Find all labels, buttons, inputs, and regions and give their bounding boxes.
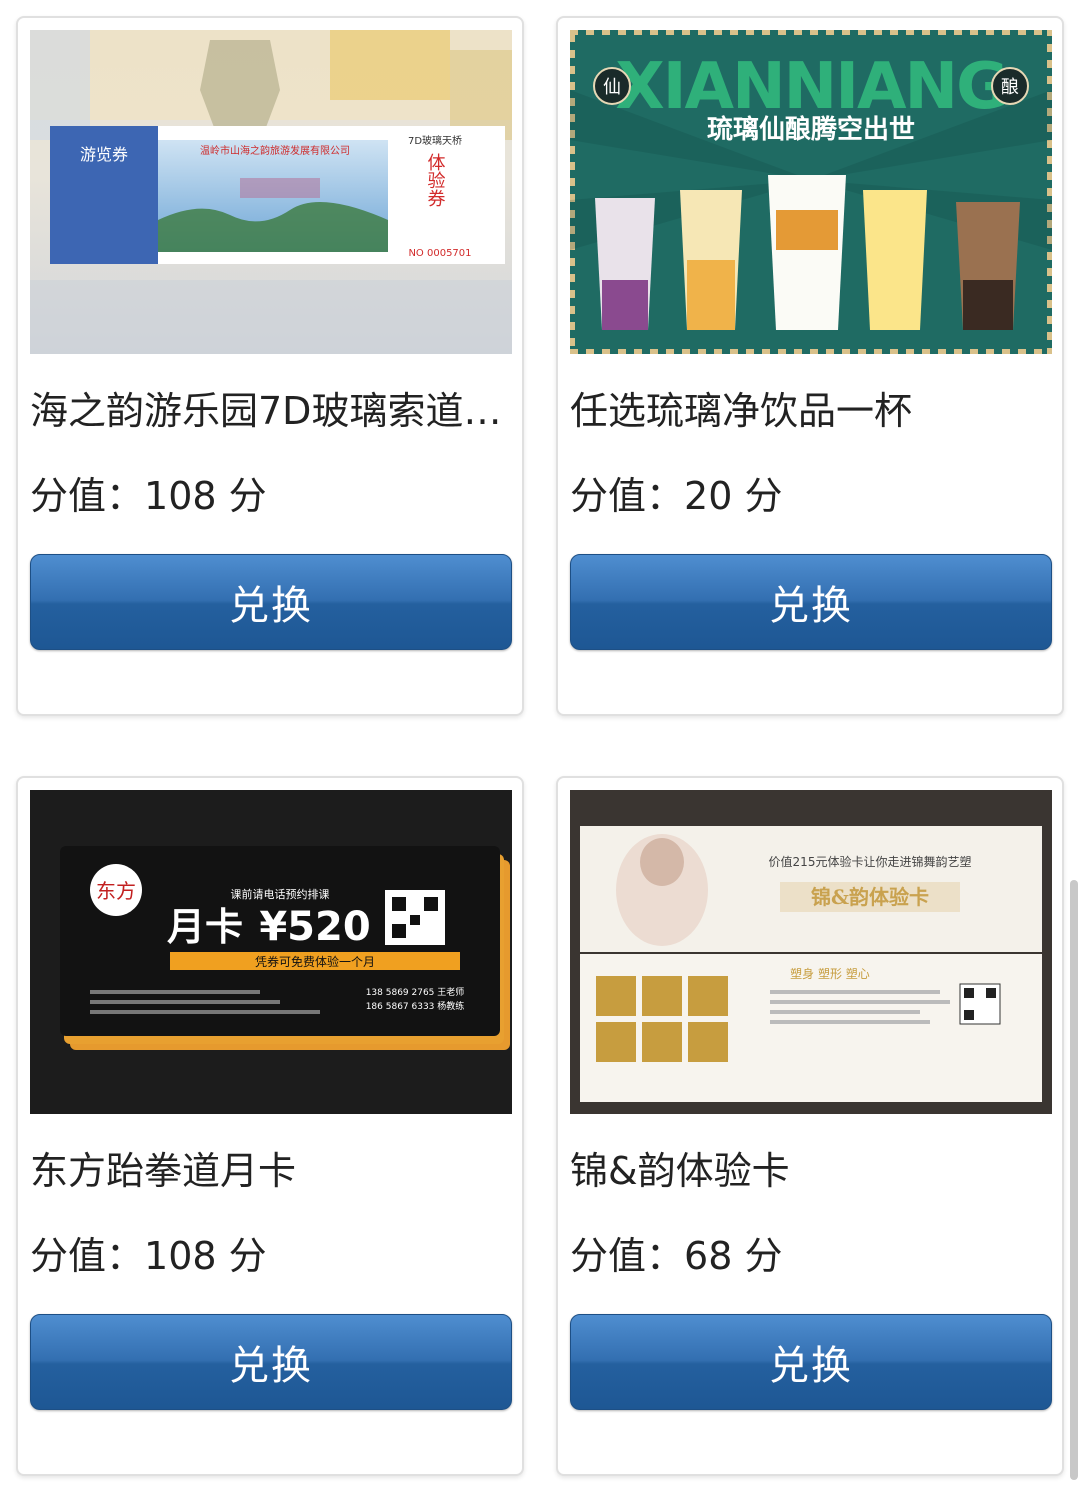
reward-card[interactable]: 游览券 温岭市山海之韵旅游发展有限公司 7D玻璃天桥 体验券 NO 000570… [16,16,524,716]
reward-grid: 游览券 温岭市山海之韵旅游发展有限公司 7D玻璃天桥 体验券 NO 000570… [0,0,1080,1500]
reward-title: 东方跆拳道月卡 [30,1149,297,1193]
svg-text:¥520: ¥520 [259,904,370,950]
svg-text:温岭市山海之韵旅游发展有限公司: 温岭市山海之韵旅游发展有限公司 [200,144,350,157]
points-label: 分值： [570,1234,685,1278]
redeem-button[interactable]: 兑换 [30,554,512,650]
svg-text:NO 0005701: NO 0005701 [408,248,471,259]
reward-card[interactable]: 东方 课前请电话预约排课 月卡 ¥520 凭券可免费体验一个月 138 5869… [16,776,524,1476]
svg-text:塑身 塑形 塑心: 塑身 塑形 塑心 [790,966,870,981]
svg-text:价值215元体验卡让你走进锦舞韵艺塑: 价值215元体验卡让你走进锦舞韵艺塑 [769,854,972,869]
reward-card[interactable]: 价值215元体验卡让你走进锦舞韵艺塑 锦&韵体验卡 塑身 塑形 塑心 锦&韵体验… [556,776,1064,1476]
svg-text:月卡: 月卡 [167,905,243,949]
svg-text:酿: 酿 [1001,77,1019,98]
svg-text:游览券: 游览券 [80,145,128,164]
points-unit: 分 [228,474,267,518]
points-label: 分值： [570,474,685,518]
reward-image[interactable]: XIANNIANG 仙 酿 琉璃仙酿腾空出世 [570,30,1052,354]
points-unit: 分 [744,474,783,518]
reward-image[interactable]: 游览券 温岭市山海之韵旅游发展有限公司 7D玻璃天桥 体验券 NO 000570… [30,30,512,354]
svg-text:体验券: 体验券 [425,153,446,207]
points-label: 分值： [30,474,145,518]
redeem-button[interactable]: 兑换 [570,554,1052,650]
svg-text:186 5867 6333 杨教练: 186 5867 6333 杨教练 [366,1000,465,1012]
svg-text:琉璃仙酿腾空出世: 琉璃仙酿腾空出世 [707,114,915,145]
redeem-button[interactable]: 兑换 [30,1314,512,1410]
ticket-image: 游览券 温岭市山海之韵旅游发展有限公司 7D玻璃天桥 体验券 NO 000570… [50,126,505,264]
reward-image[interactable]: 价值215元体验卡让你走进锦舞韵艺塑 锦&韵体验卡 塑身 塑形 塑心 [570,790,1052,1114]
svg-text:课前请电话预约排课: 课前请电话预约排课 [231,887,330,901]
points-label: 分值： [30,1234,145,1278]
points-unit: 分 [744,1234,783,1278]
reward-points: 分值：68 分 [570,1233,1052,1279]
reward-image[interactable]: 东方 课前请电话预约排课 月卡 ¥520 凭券可免费体验一个月 138 5869… [30,790,512,1114]
reward-points: 分值：20 分 [570,473,1052,519]
reward-card[interactable]: XIANNIANG 仙 酿 琉璃仙酿腾空出世 任选琉璃净饮品一杯 分值：20 分… [556,16,1064,716]
points-value: 108 [144,474,217,518]
svg-text:XIANNIANG: XIANNIANG [615,50,1006,124]
reward-title: 海之韵游乐园7D玻璃索道门票 [30,389,512,433]
redeem-button[interactable]: 兑换 [570,1314,1052,1410]
svg-text:凭券可免费体验一个月: 凭券可免费体验一个月 [255,954,375,969]
points-unit: 分 [228,1234,267,1278]
svg-text:138 5869 2765 王老师: 138 5869 2765 王老师 [366,986,465,998]
reward-points: 分值：108 分 [30,1233,512,1279]
points-value: 20 [684,474,733,518]
reward-title: 锦&韵体验卡 [570,1149,790,1193]
reward-points: 分值：108 分 [30,473,512,519]
scrollbar[interactable] [1070,880,1078,1480]
svg-text:7D玻璃天桥: 7D玻璃天桥 [408,134,462,147]
svg-text:仙: 仙 [603,77,621,98]
reward-title: 任选琉璃净饮品一杯 [570,389,913,433]
points-value: 68 [684,1234,733,1278]
svg-text:锦&韵体验卡: 锦&韵体验卡 [811,885,929,909]
points-value: 108 [144,1234,217,1278]
svg-text:东方: 东方 [96,879,136,903]
